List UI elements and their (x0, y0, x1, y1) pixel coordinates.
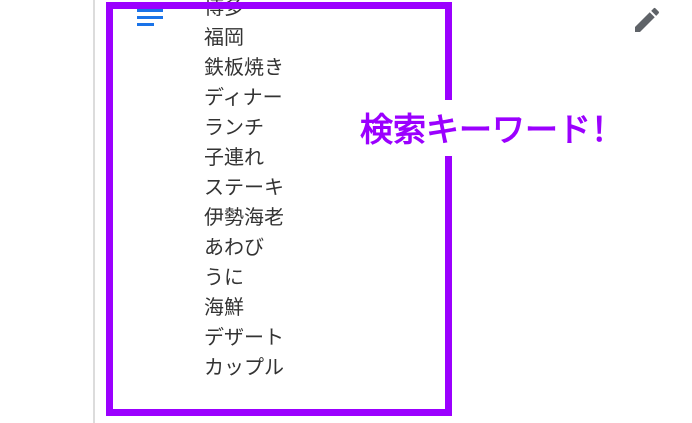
keyword-item: ランチ (204, 115, 264, 139)
keyword-item: デザート (204, 325, 284, 349)
keyword-item: 鉄板焼き (204, 55, 284, 79)
highlight-frame-left (106, 2, 113, 416)
hamburger-menu-icon[interactable] (136, 6, 164, 28)
keyword-item: ディナー (204, 85, 283, 109)
keyword-item: 子連れ (204, 145, 264, 169)
pencil-edit-icon[interactable] (631, 4, 663, 36)
keyword-item: ステーキ (204, 175, 284, 199)
highlight-frame-right-upper (445, 2, 452, 100)
keyword-item: 伊勢海老 (204, 205, 284, 229)
keyword-item: 海鮮 (204, 295, 244, 319)
highlight-frame-top (106, 2, 452, 9)
keyword-item: あわび (204, 235, 264, 259)
highlight-frame-right-lower (445, 156, 452, 416)
callout-label: 検索キーワード！ (360, 110, 624, 149)
keyword-item: カップル (204, 355, 284, 379)
keyword-item: 福岡 (204, 25, 244, 49)
left-divider (93, 0, 95, 423)
keyword-item: うに (204, 265, 244, 289)
highlight-frame-bottom (106, 409, 452, 416)
keyword-list: 博多 福岡 鉄板焼き ディナー ランチ 子連れ ステーキ 伊勢海老 あわび うに… (204, 0, 284, 382)
page: 博多 福岡 鉄板焼き ディナー ランチ 子連れ ステーキ 伊勢海老 あわび うに… (0, 0, 692, 423)
